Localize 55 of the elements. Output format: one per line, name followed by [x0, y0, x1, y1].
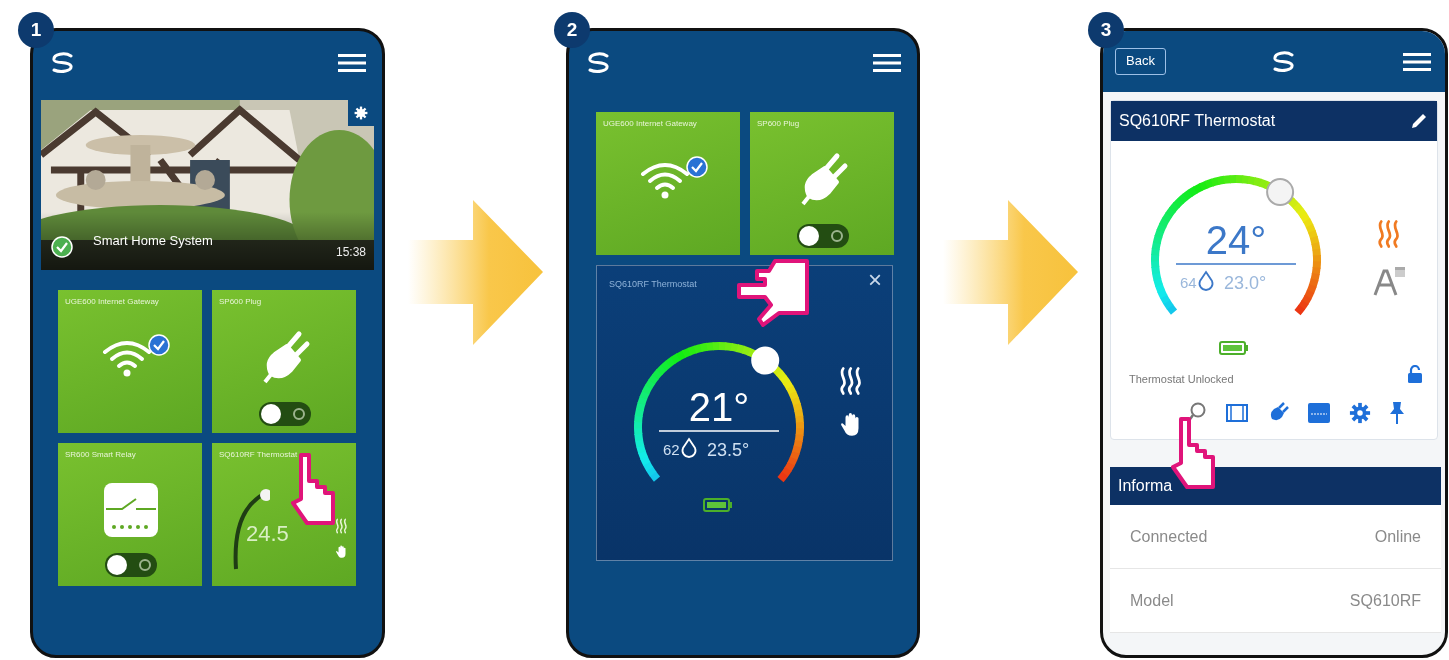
device-tile[interactable]: SR600 Smart Relay [58, 443, 202, 586]
tile-label: UGE600 Internet Gateway [65, 296, 160, 308]
drop-icon [681, 438, 697, 458]
humidity-value: 62 [663, 441, 680, 458]
current-temperature: 23.5° [707, 440, 750, 460]
tile-label: SP600 Plug [757, 118, 801, 130]
tile-label: SQ610RF Thermostat [219, 449, 299, 461]
settings-icon[interactable] [1349, 402, 1371, 424]
toggle-switch[interactable] [259, 402, 311, 426]
battery-icon [703, 497, 733, 512]
device-tile[interactable]: SP600 Plug [212, 290, 356, 433]
pin-icon[interactable] [1389, 401, 1405, 425]
battery-icon [1219, 340, 1249, 355]
temperature-reading: 24.5 [246, 520, 289, 548]
device-tile[interactable]: UGE600 Internet Gateway [58, 290, 202, 433]
step-number: 1 [18, 12, 54, 48]
device-tile[interactable]: SP600 Plug [750, 112, 894, 255]
drop-icon [1198, 271, 1214, 291]
tile-label: SP600 Plug [219, 296, 263, 308]
device-tile[interactable]: UGE600 Internet Gateway [596, 112, 740, 255]
panel-title: SQ610RF Thermostat [609, 278, 697, 291]
unlocked-icon[interactable] [1407, 365, 1423, 383]
info-value: SQ610RF [1349, 590, 1421, 611]
setpoint-temperature: 21° [688, 385, 750, 429]
tile-label: SR600 Smart Relay [65, 449, 137, 461]
info-value: Online [1374, 526, 1421, 547]
toggle-switch[interactable] [797, 224, 849, 248]
info-label: Model [1130, 590, 1174, 611]
back-button[interactable]: Back [1115, 48, 1166, 75]
humidity-value: 64 [1180, 274, 1197, 291]
step-number: 3 [1088, 12, 1124, 48]
current-temperature: 23.0° [1224, 273, 1267, 293]
card-title: SQ610RF Thermostat [1119, 111, 1276, 131]
tile-label: UGE600 Internet Gateway [603, 118, 698, 130]
wifi-icon [102, 338, 152, 378]
device-tile[interactable]: SQ610RF Thermostat 24.5 [212, 443, 356, 586]
close-button[interactable]: × [866, 268, 884, 292]
relay-icon [102, 481, 160, 539]
dial-thumb[interactable] [1266, 178, 1295, 207]
settings-icon[interactable] [354, 106, 368, 120]
menu-icon[interactable] [1403, 52, 1431, 71]
frame-icon[interactable] [1225, 403, 1249, 423]
info-label: Connected [1130, 526, 1208, 547]
section-header: Informa [1118, 476, 1173, 496]
toggle-switch[interactable] [105, 553, 157, 577]
menu-icon[interactable] [873, 54, 901, 72]
wifi-icon [640, 160, 690, 200]
lock-status: Thermostat Unlocked [1129, 372, 1234, 387]
menu-icon[interactable] [338, 54, 366, 72]
system-name: Smart Home System [93, 231, 213, 250]
step-number: 2 [554, 12, 590, 48]
edit-icon[interactable] [1409, 111, 1429, 131]
system-time: 15:38 [335, 244, 366, 261]
setpoint-temperature: 24° [1205, 218, 1267, 262]
panel-icon[interactable] [1307, 402, 1331, 424]
